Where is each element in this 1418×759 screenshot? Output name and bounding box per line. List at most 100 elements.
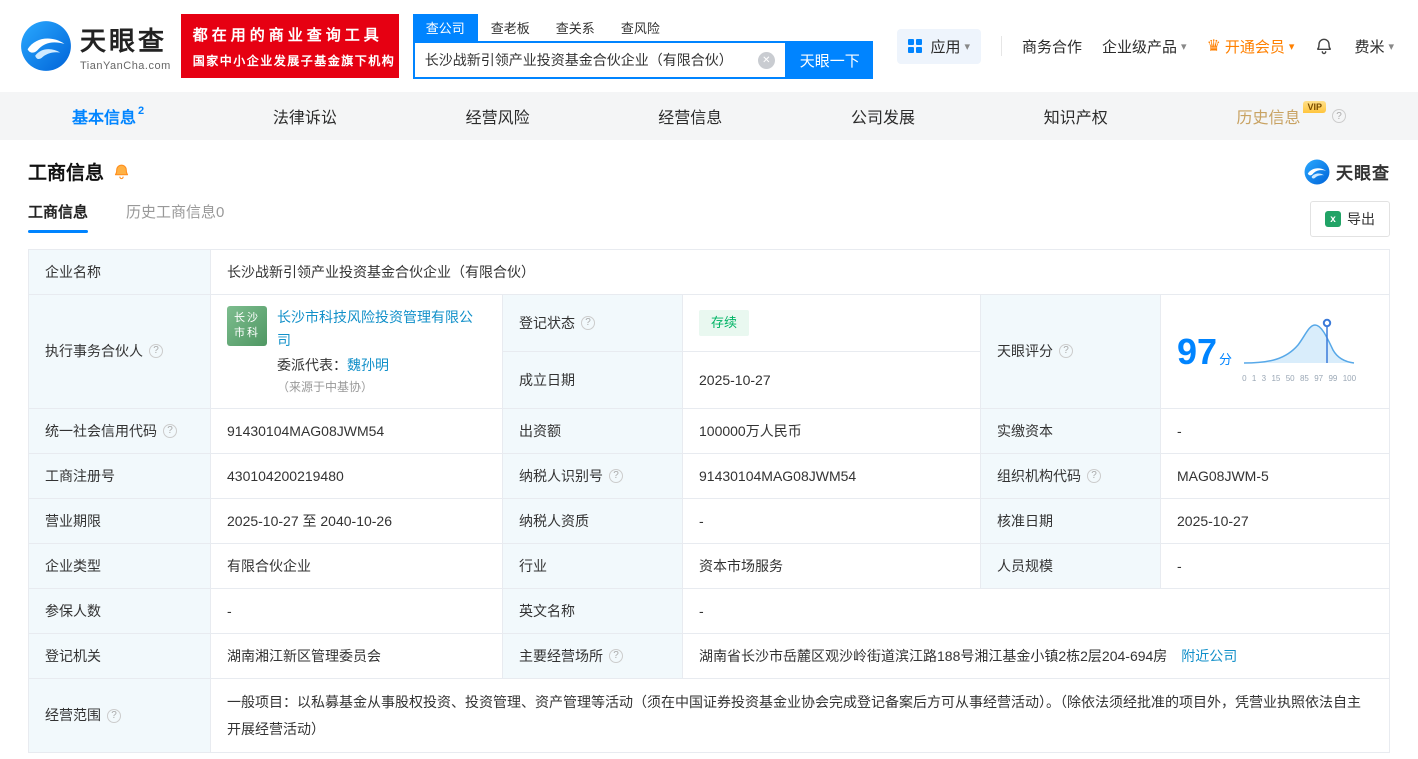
menu-divider — [1001, 36, 1002, 56]
export-button[interactable]: x 导出 — [1310, 201, 1390, 237]
tab-operating-info[interactable]: 经营信息 — [658, 104, 722, 128]
help-icon[interactable]: ? — [107, 709, 121, 723]
capital-value: 100000万人民币 — [683, 409, 981, 454]
executive-partner-value: 长沙 市科 长沙市科技风险投资管理有限公司 委派代表：魏孙明 （来源于中基协） — [211, 295, 503, 409]
vip-badge: VIP — [1303, 101, 1326, 113]
help-icon[interactable]: ? — [1059, 344, 1073, 358]
help-icon[interactable]: ? — [609, 649, 623, 663]
help-icon[interactable]: ? — [609, 469, 623, 483]
field-label-capital: 出资额 — [503, 409, 683, 454]
establish-date-value: 2025-10-27 — [683, 352, 981, 409]
subtab-business-info[interactable]: 工商信息 — [28, 201, 88, 233]
field-label-approval-date: 核准日期 — [981, 499, 1161, 544]
field-label-paid-capital: 实缴资本 — [981, 409, 1161, 454]
field-label-org-code: 组织机构代码 ? — [981, 454, 1161, 499]
tab-count-badge: 2 — [138, 105, 144, 117]
user-menu[interactable]: 费米 ▾ — [1354, 36, 1394, 57]
tianyancha-logo-icon — [20, 20, 72, 72]
search-tab-relation[interactable]: 查关系 — [543, 14, 608, 41]
field-label-staff-size: 人员规模 — [981, 544, 1161, 589]
search-tabs: 查公司 查老板 查关系 查风险 — [413, 13, 873, 41]
staff-size-value: - — [1161, 544, 1390, 589]
search-tab-risk[interactable]: 查风险 — [608, 14, 673, 41]
english-name-value: - — [683, 589, 1390, 634]
tianyancha-logo[interactable]: 天眼查 TianYanCha.com — [20, 20, 171, 72]
top-menu: 应用 ▾ 商务合作 企业级产品 ▾ ♛ 开通会员 ▾ 费米 ▾ — [897, 29, 1398, 64]
registration-authority-value: 湖南湘江新区管理委员会 — [211, 634, 503, 679]
status-badge: 存续 — [699, 310, 749, 337]
business-address-value: 湖南省长沙市岳麓区观沙岭街道滨江路188号湘江基金小镇2栋2层204-694房 … — [683, 634, 1390, 679]
caret-down-icon: ▾ — [1289, 40, 1295, 53]
crown-icon: ♛ — [1207, 36, 1221, 56]
search-area: 查公司 查老板 查关系 查风险 ✕ 天眼一下 — [413, 13, 873, 79]
help-icon[interactable]: ? — [149, 344, 163, 358]
search-tab-boss[interactable]: 查老板 — [478, 14, 543, 41]
taxpayer-quality-value: - — [683, 499, 981, 544]
business-info-table: 企业名称 长沙战新引领产业投资基金合伙企业（有限合伙） 执行事务合伙人 ? 长沙… — [28, 249, 1390, 753]
field-label-registration-status: 登记状态 ? — [503, 295, 683, 352]
search-tab-company[interactable]: 查公司 — [413, 14, 478, 41]
excel-icon: x — [1325, 211, 1341, 227]
approval-date-value: 2025-10-27 — [1161, 499, 1390, 544]
field-label-taxpayer-quality: 纳税人资质 — [503, 499, 683, 544]
company-nav-tabs: 基本信息 2 法律诉讼 经营风险 经营信息 公司发展 知识产权 历史信息 VIP… — [0, 92, 1418, 140]
promo-banner: 都在用的商业查询工具 国家中小企业发展子基金旗下机构 — [181, 14, 399, 78]
score-chart: 0131550859799100 — [1242, 317, 1356, 385]
top-header: 天眼查 TianYanCha.com 都在用的商业查询工具 国家中小企业发展子基… — [0, 0, 1418, 92]
caret-down-icon: ▾ — [1388, 40, 1394, 53]
registration-number-value: 430104200219480 — [211, 454, 503, 499]
field-label-industry: 行业 — [503, 544, 683, 589]
search-input[interactable] — [415, 52, 758, 68]
notification-bell-icon[interactable] — [1314, 36, 1334, 56]
insured-count-value: - — [211, 589, 503, 634]
paid-capital-value: - — [1161, 409, 1390, 454]
taxpayer-id-value: 91430104MAG08JWM54 — [683, 454, 981, 499]
tab-company-development[interactable]: 公司发展 — [851, 104, 915, 128]
tab-legal-litigation[interactable]: 法律诉讼 — [273, 104, 337, 128]
clear-search-icon[interactable]: ✕ — [758, 52, 775, 69]
field-label-taxpayer-id: 纳税人识别号 ? — [503, 454, 683, 499]
biz-cooperation-link[interactable]: 商务合作 — [1022, 36, 1082, 57]
help-icon[interactable]: ? — [1332, 109, 1346, 123]
credit-code-value: 91430104MAG08JWM54 — [211, 409, 503, 454]
tab-history-info[interactable]: 历史信息 VIP ? — [1236, 104, 1346, 128]
score-value[interactable]: 97 分 0131550859799100 — [1161, 295, 1390, 409]
help-icon[interactable]: ? — [1087, 469, 1101, 483]
logo-brand: 天眼查 — [80, 21, 171, 58]
help-icon[interactable]: ? — [163, 424, 177, 438]
representative-link[interactable]: 魏孙明 — [347, 357, 389, 373]
subscribe-bell-icon[interactable] — [112, 162, 131, 181]
score-number: 97 — [1177, 323, 1217, 381]
section-title: 工商信息 — [28, 158, 104, 185]
help-icon[interactable]: ? — [581, 316, 595, 330]
subtab-history-business-info[interactable]: 历史工商信息0 — [126, 201, 224, 222]
field-label-credit-code: 统一社会信用代码 ? — [29, 409, 211, 454]
partner-company-link[interactable]: 长沙市科技风险投资管理有限公司 — [277, 309, 473, 347]
tab-basic-info[interactable]: 基本信息 2 — [72, 104, 144, 128]
open-vip-menu[interactable]: ♛ 开通会员 ▾ — [1207, 36, 1295, 57]
field-label-english-name: 英文名称 — [503, 589, 683, 634]
enterprise-product-menu[interactable]: 企业级产品 ▾ — [1102, 36, 1187, 57]
company-type-value: 有限合伙企业 — [211, 544, 503, 589]
score-unit: 分 — [1219, 350, 1232, 371]
tab-intellectual-property[interactable]: 知识产权 — [1044, 104, 1108, 128]
field-label-company-name: 企业名称 — [29, 250, 211, 295]
nearby-companies-link[interactable]: 附近公司 — [1181, 648, 1237, 664]
representative-source: （来源于中基协） — [277, 380, 373, 394]
tab-operating-risk[interactable]: 经营风险 — [466, 104, 530, 128]
search-box: ✕ — [413, 41, 787, 79]
partner-logo[interactable]: 长沙 市科 — [227, 306, 267, 346]
field-label-registration-number: 工商注册号 — [29, 454, 211, 499]
banner-line-1: 都在用的商业查询工具 — [193, 24, 387, 45]
score-axis-ticks: 0131550859799100 — [1242, 373, 1356, 386]
field-label-establish-date: 成立日期 — [503, 352, 683, 409]
field-label-registration-authority: 登记机关 — [29, 634, 211, 679]
field-label-insured-count: 参保人数 — [29, 589, 211, 634]
field-label-business-term: 营业期限 — [29, 499, 211, 544]
apps-menu[interactable]: 应用 ▾ — [897, 29, 981, 64]
field-label-score: 天眼评分 ? — [981, 295, 1161, 409]
tianyancha-watermark-icon — [1304, 159, 1330, 185]
search-button[interactable]: 天眼一下 — [787, 41, 873, 79]
registration-status-value: 存续 — [683, 295, 981, 352]
company-name-value: 长沙战新引领产业投资基金合伙企业（有限合伙） — [211, 250, 1390, 295]
